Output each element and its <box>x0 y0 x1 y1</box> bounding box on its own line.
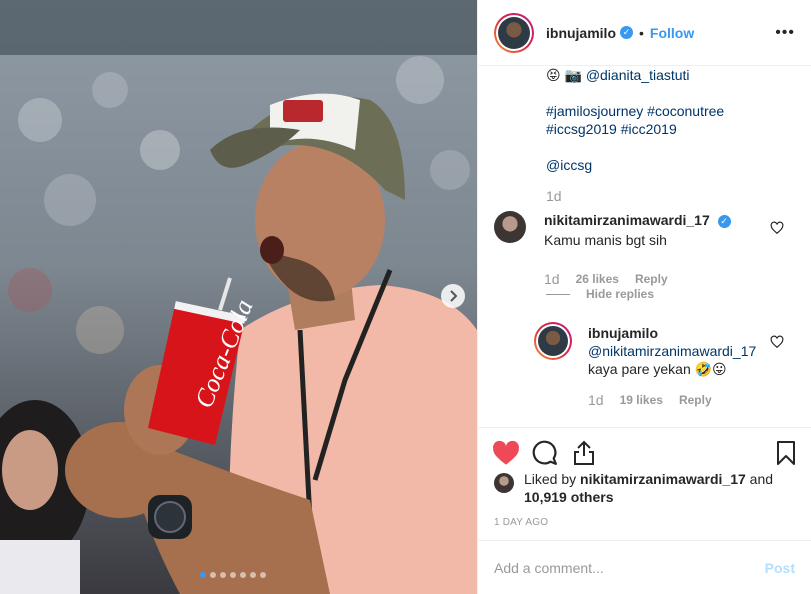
liker-username[interactable]: nikitamirzanimawardi_17 <box>580 471 746 487</box>
comments-scroll-area[interactable]: 😝 📷 @dianita_tiastuti #jamilosjourney #c… <box>478 67 811 427</box>
add-comment-bar: Post <box>478 540 811 594</box>
carousel-dot <box>200 572 206 578</box>
comment-icon[interactable] <box>532 440 558 466</box>
post-timestamp: 1 DAY AGO <box>494 517 549 528</box>
caption-mention[interactable]: @iccsg <box>546 157 592 173</box>
more-options-icon[interactable]: ••• <box>775 24 795 42</box>
avatar-image <box>538 326 568 356</box>
hide-replies-button[interactable]: Hide replies <box>546 287 654 301</box>
caption-mention-line: @iccsg <box>546 156 724 174</box>
carousel-dot <box>210 572 216 578</box>
likes-prefix: Liked by <box>524 471 581 487</box>
avatar-inner <box>496 14 532 51</box>
add-comment-input[interactable] <box>494 559 765 576</box>
comment-likes[interactable]: 26 likes <box>576 272 619 286</box>
post-header: ibnujamilo ✓ • Follow ••• <box>478 0 811 66</box>
reply-body: ibnujamilo @nikitamirzanimawardi_17 kaya… <box>588 322 756 408</box>
carousel-dot <box>240 572 246 578</box>
author-avatar[interactable] <box>494 12 534 53</box>
reply-item: ibnujamilo @nikitamirzanimawardi_17 kaya… <box>534 322 756 408</box>
follow-button[interactable]: Follow <box>650 25 694 41</box>
commenter-avatar[interactable] <box>494 211 526 243</box>
comment-text: Kamu manis bgt sih <box>544 232 667 248</box>
caption-emojis: 😝 📷 <box>546 67 582 83</box>
comment-meta: 1d 26 likes Reply <box>544 271 731 287</box>
comment-age: 1d <box>544 271 560 287</box>
commenter-username[interactable]: nikitamirzanimawardi_17 <box>544 212 710 228</box>
liker-avatar[interactable] <box>494 473 514 493</box>
likes-count[interactable]: 10,919 others <box>524 489 614 505</box>
liked-heart-icon[interactable] <box>492 440 520 466</box>
carousel-dot <box>220 572 226 578</box>
like-reply-heart-icon[interactable] <box>770 335 784 349</box>
reply-text: kaya pare yekan 🤣😛 <box>588 361 727 377</box>
comment-item: nikitamirzanimawardi_17 ✓ Kamu manis bgt… <box>494 211 731 287</box>
reply-mention[interactable]: @nikitamirzanimawardi_17 <box>588 343 756 359</box>
caption-age: 1d <box>546 188 562 204</box>
caption-tail: 😝 📷 @dianita_tiastuti #jamilosjourney #c… <box>478 67 740 204</box>
caption-credit-mention[interactable]: @dianita_tiastuti <box>586 67 690 83</box>
save-bookmark-icon[interactable] <box>776 440 796 466</box>
avatar-image <box>498 16 530 49</box>
verified-badge-icon: ✓ <box>717 214 731 228</box>
comment-reply-button[interactable]: Reply <box>635 272 668 286</box>
post-comment-button[interactable]: Post <box>765 560 795 576</box>
avatar-inner <box>536 324 570 358</box>
photo-scene: Coca-Cola <box>0 0 477 594</box>
reply-age: 1d <box>588 392 604 408</box>
share-icon[interactable] <box>572 440 596 466</box>
likes-middle: and <box>745 471 774 487</box>
chevron-right-icon <box>450 290 458 302</box>
hide-replies-label: Hide replies <box>586 287 655 301</box>
post-photo: Coca-Cola <box>0 0 477 594</box>
caption-credit-line: 😝 📷 @dianita_tiastuti <box>546 67 724 84</box>
reply-author-avatar[interactable] <box>534 322 572 360</box>
likes-summary: Liked by nikitamirzanimawardi_17 and 10,… <box>494 470 773 506</box>
header-separator: • <box>639 24 644 41</box>
reply-username[interactable]: ibnujamilo <box>588 325 658 341</box>
carousel-dot <box>250 572 256 578</box>
carousel-indicator <box>200 572 266 578</box>
instagram-post-modal: Coca-Cola ibnujamilo ✓ • Follow ••• 😝 📷 <box>0 0 811 594</box>
post-side-panel: ibnujamilo ✓ • Follow ••• 😝 📷 @dianita_t… <box>477 0 811 594</box>
verified-badge-icon: ✓ <box>620 26 633 39</box>
author-username[interactable]: ibnujamilo <box>546 25 616 41</box>
carousel-dot <box>260 572 266 578</box>
like-comment-heart-icon[interactable] <box>770 221 784 235</box>
likes-text: Liked by nikitamirzanimawardi_17 and 10,… <box>524 470 773 506</box>
next-photo-button[interactable] <box>441 284 465 308</box>
comment-body: nikitamirzanimawardi_17 ✓ Kamu manis bgt… <box>544 211 731 287</box>
reply-meta: 1d 19 likes Reply <box>588 392 756 408</box>
caption-hashtags: #jamilosjourney #coconutree #iccsg2019 #… <box>546 102 724 138</box>
caption-hashtags-line2[interactable]: #iccsg2019 #icc2019 <box>546 121 677 137</box>
reply-likes[interactable]: 19 likes <box>620 393 663 407</box>
reply-reply-button[interactable]: Reply <box>679 393 712 407</box>
carousel-dot <box>230 572 236 578</box>
hide-replies-line <box>546 293 570 295</box>
caption-hashtags-line1[interactable]: #jamilosjourney #coconutree <box>546 103 724 119</box>
